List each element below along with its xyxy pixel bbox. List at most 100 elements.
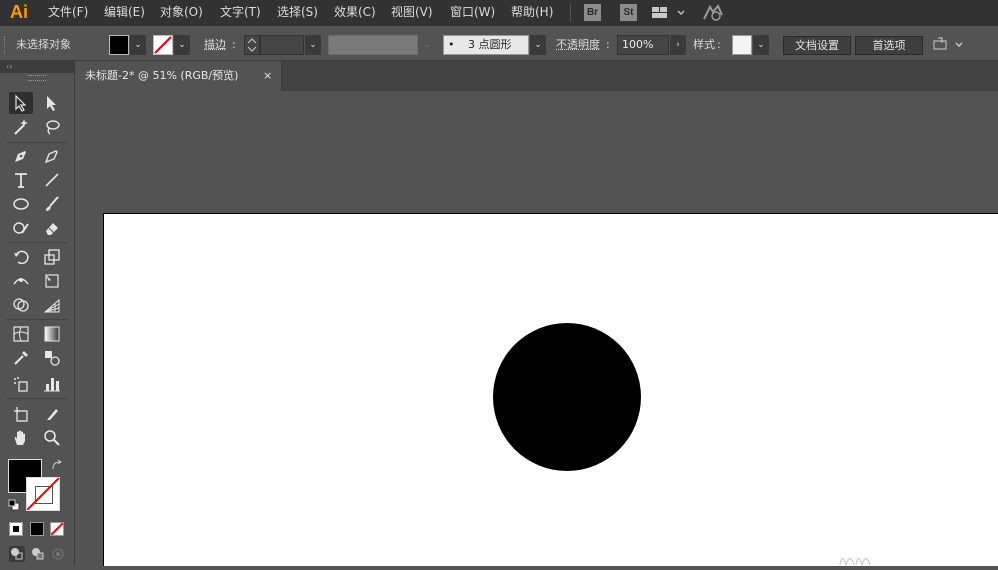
menu-help[interactable]: 帮助(H) (511, 0, 553, 26)
stroke-weight-input[interactable] (260, 35, 304, 55)
style-label: 样式 (693, 30, 715, 60)
shaper-tool-icon[interactable] (9, 217, 33, 239)
shape-builder-tool-icon[interactable] (9, 294, 33, 316)
opacity-input[interactable]: 100% (617, 35, 669, 55)
menu-type[interactable]: 文字(T) (220, 0, 261, 26)
brush-definition-field[interactable]: • 3 点圆形 (443, 35, 529, 55)
opacity-colon: : (606, 30, 610, 60)
stepper-arrows-icon (245, 36, 259, 54)
tools-panel-collapse[interactable]: ‹‹ (0, 61, 74, 73)
stroke-none-icon (27, 478, 59, 510)
blend-tool-icon[interactable] (40, 347, 64, 369)
brush-dropdown[interactable]: ⌄ (530, 35, 546, 55)
menu-file[interactable]: 文件(F) (48, 0, 88, 26)
variable-width-profile[interactable] (328, 35, 418, 55)
fill-dropdown[interactable]: ⌄ (130, 35, 146, 55)
preferences-button[interactable]: 首选项 (855, 36, 923, 55)
scale-tool-icon[interactable] (40, 246, 64, 268)
ellipse-tool-icon[interactable] (9, 193, 33, 215)
selection-status: 未选择对象 (16, 30, 71, 60)
menu-select[interactable]: 选择(S) (277, 0, 318, 26)
gradient-mode-button[interactable] (30, 522, 44, 536)
magic-wand-tool-icon[interactable] (9, 116, 33, 138)
document-setup-button[interactable]: 文档设置 (783, 36, 851, 55)
slice-tool-icon[interactable] (40, 403, 64, 425)
black-circle-shape[interactable] (493, 323, 641, 471)
draw-inside-icon[interactable] (50, 546, 66, 562)
menu-edit[interactable]: 编辑(E) (104, 0, 145, 26)
zoom-tool-icon[interactable] (40, 427, 64, 449)
control-bar: 未选择对象 ⌄ ⌄ 描边 : ⌄ ⌄ • 3 点圆形 ⌄ 不透明度 : 100%… (0, 30, 998, 61)
rotate-tool-icon[interactable] (9, 246, 33, 268)
type-tool-icon[interactable] (9, 169, 33, 191)
brush-definition-value: 3 点圆形 (468, 38, 512, 51)
arrange-documents-icon[interactable] (932, 35, 966, 55)
tab-document-title: 未标题-2* @ 51% (RGB/预览) (85, 61, 238, 91)
gpu-performance-icon[interactable] (700, 3, 726, 23)
gradient-tool-icon[interactable] (40, 323, 64, 345)
stroke-color-box[interactable] (26, 477, 60, 511)
menu-window[interactable]: 窗口(W) (450, 0, 495, 26)
menu-effect[interactable]: 效果(C) (334, 0, 376, 26)
workspace-switcher-icon[interactable] (651, 3, 687, 23)
stroke-colon: : (232, 30, 236, 60)
menu-view[interactable]: 视图(V) (391, 0, 433, 26)
none-mode-button[interactable] (50, 522, 64, 536)
symbol-sprayer-tool-icon[interactable] (9, 373, 33, 395)
direct-selection-tool-icon[interactable] (40, 92, 64, 114)
perspective-grid-tool-icon[interactable] (40, 294, 64, 316)
lasso-tool-icon[interactable] (40, 116, 64, 138)
free-transform-tool-icon[interactable] (40, 270, 64, 292)
tool-divider (6, 242, 68, 243)
line-segment-tool-icon[interactable] (40, 169, 64, 191)
paintbrush-tool-icon[interactable] (40, 193, 64, 215)
draw-normal-icon[interactable] (9, 546, 25, 562)
tools-panel-grip[interactable] (28, 75, 46, 81)
app-logo: Ai (10, 0, 28, 26)
pen-tool-icon[interactable] (9, 145, 33, 167)
stroke-none-icon (154, 36, 172, 54)
curvature-tool-icon[interactable] (40, 145, 64, 167)
stock-button[interactable]: St (620, 4, 637, 21)
menu-object[interactable]: 对象(O) (160, 0, 203, 26)
swap-fill-stroke-icon[interactable] (50, 459, 64, 473)
tool-divider (6, 319, 68, 320)
hand-tool-icon[interactable] (9, 427, 33, 449)
opacity-arrow[interactable]: › (670, 35, 686, 55)
color-mode-inner (13, 526, 19, 532)
none-slash-icon (51, 523, 63, 535)
control-bar-grip[interactable] (4, 36, 7, 54)
graphic-style-dropdown[interactable]: ⌄ (753, 35, 769, 55)
tab-close-icon[interactable]: × (263, 61, 272, 91)
stroke-weight-dropdown[interactable]: ⌄ (305, 35, 321, 55)
stroke-swatch[interactable] (153, 35, 173, 55)
color-mode-button[interactable] (9, 522, 23, 536)
fill-swatch[interactable] (109, 35, 129, 55)
width-tool-icon[interactable] (9, 270, 33, 292)
column-graph-tool-icon[interactable] (40, 373, 64, 395)
draw-behind-icon[interactable] (30, 546, 46, 562)
tools-panel: ‹‹ (0, 61, 75, 566)
eyedropper-tool-icon[interactable] (9, 347, 33, 369)
tool-divider (6, 398, 68, 399)
stroke-dropdown[interactable]: ⌄ (174, 35, 190, 55)
style-colon: : (717, 30, 721, 60)
brush-dot-icon: • (448, 38, 455, 51)
document-tab-bar: 未标题-2* @ 51% (RGB/预览) × (75, 61, 998, 91)
bridge-button[interactable]: Br (584, 4, 601, 21)
variable-width-dropdown[interactable]: ⌄ (419, 35, 435, 55)
default-fill-stroke-icon[interactable] (8, 499, 20, 511)
graphic-style-swatch[interactable] (732, 35, 752, 55)
mesh-tool-icon[interactable] (9, 323, 33, 345)
stroke-label[interactable]: 描边 (204, 30, 226, 60)
tool-divider (6, 142, 68, 143)
eraser-tool-icon[interactable] (40, 217, 64, 239)
tab-document[interactable]: 未标题-2* @ 51% (RGB/预览) × (75, 61, 282, 91)
menu-bar: Ai 文件(F) 编辑(E) 对象(O) 文字(T) 选择(S) 效果(C) 视… (0, 0, 998, 26)
watermark-logo-icon (838, 550, 872, 570)
selection-tool-icon[interactable] (9, 92, 33, 114)
artboard-tool-icon[interactable] (9, 403, 33, 425)
opacity-label[interactable]: 不透明度 (556, 30, 600, 60)
menu-divider (570, 4, 571, 22)
stroke-weight-stepper[interactable] (244, 35, 260, 55)
